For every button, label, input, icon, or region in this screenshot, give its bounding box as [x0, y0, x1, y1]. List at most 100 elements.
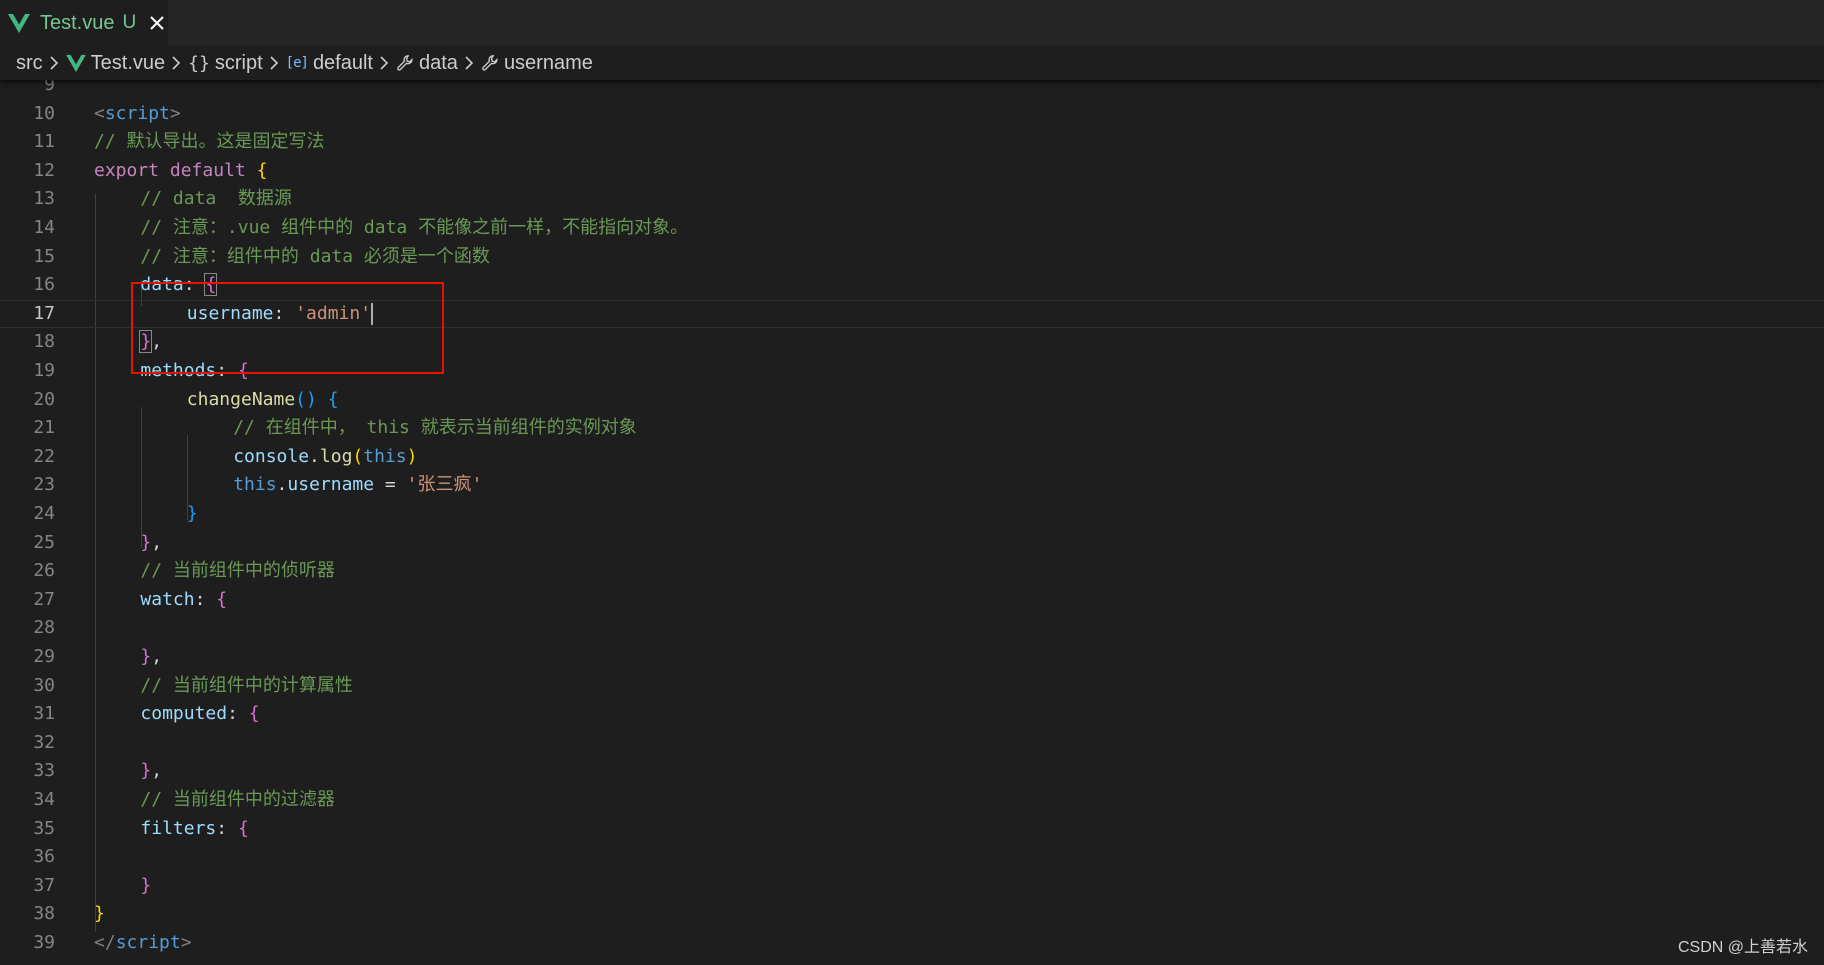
breadcrumb-label: src: [16, 51, 43, 74]
code-token: }: [139, 330, 153, 354]
code-text: // 在组件中， this 就表示当前组件的实例对象: [233, 414, 637, 442]
code-token: {: [327, 388, 339, 410]
breadcrumb-item-file[interactable]: Test.vue: [65, 52, 165, 75]
code-token: // 当前组件中的侦听器: [140, 560, 335, 582]
code-token: script: [104, 102, 170, 124]
line-number: 12: [33, 159, 55, 181]
code-token: // 注意：.vue 组件中的 data 不能像之前一样，不能指向对象。: [140, 217, 689, 238]
code-token: {: [237, 817, 249, 839]
line-number: 38: [33, 903, 55, 925]
code-line[interactable]: 19 methods: {: [0, 357, 1824, 385]
code-text: watch: {: [140, 586, 227, 614]
code-text: data: {: [140, 271, 218, 299]
code-token: watch: [140, 588, 195, 610]
line-number: 17: [33, 302, 55, 324]
code-line[interactable]: 30 // 当前组件中的计算属性: [0, 672, 1824, 700]
code-token: script: [115, 932, 181, 953]
code-line[interactable]: 32: [0, 729, 1824, 757]
line-number: 14: [33, 217, 55, 238]
close-icon[interactable]: [148, 14, 166, 32]
code-line[interactable]: 22 console.log(this): [0, 443, 1824, 471]
wrench-icon: [482, 55, 498, 71]
code-text: filters: {: [140, 815, 248, 843]
line-number: 11: [33, 131, 55, 153]
line-number: 22: [33, 445, 55, 467]
code-line[interactable]: 14 // 注意：.vue 组件中的 data 不能像之前一样，不能指向对象。: [0, 214, 1824, 242]
code-line[interactable]: 11 // 默认导出。这是固定写法: [0, 128, 1824, 156]
line-number: 13: [33, 188, 55, 210]
line-number: 25: [33, 531, 55, 553]
code-line[interactable]: 38}: [0, 900, 1824, 928]
code-line[interactable]: 37}: [0, 872, 1824, 900]
code-line[interactable]: 21 // 在组件中， this 就表示当前组件的实例对象: [0, 414, 1824, 442]
code-token: '张三疯': [406, 474, 483, 496]
module-icon: [e]: [285, 55, 309, 71]
code-line[interactable]: 28: [0, 614, 1824, 642]
braces-icon: {}: [188, 52, 210, 74]
breadcrumb-item-script[interactable]: {} script: [188, 52, 262, 75]
code-text: <script>: [94, 100, 181, 128]
code-token: data: [140, 274, 184, 296]
breadcrumb-item-data[interactable]: data: [396, 52, 458, 75]
code-token: 'admin': [295, 302, 372, 324]
breadcrumb-item-src[interactable]: src: [16, 52, 43, 75]
breadcrumb-label: username: [503, 51, 593, 74]
code-line[interactable]: 20 changeName() {: [0, 386, 1824, 414]
code-line[interactable]: 29},: [0, 643, 1824, 671]
code-token: export: [94, 159, 160, 181]
code-token: }: [140, 646, 152, 667]
code-editor[interactable]: 9 10 <script> 11// 默认导出。这是固定写法 12 export defa…: [0, 74, 1824, 965]
tab-title: Test.vue: [40, 11, 115, 34]
code-text: console.log(this): [233, 443, 417, 471]
git-status-badge: U: [122, 12, 137, 33]
code-line[interactable]: 39 </script>: [0, 929, 1824, 957]
breadcrumb-item-default[interactable]: [e] default: [286, 52, 373, 75]
code-line[interactable]: 36: [0, 843, 1824, 871]
code-text: computed: {: [140, 700, 259, 728]
code-line[interactable]: 26 // 当前组件中的侦听器: [0, 557, 1824, 585]
code-token: filters: [140, 817, 217, 839]
line-number: 16: [33, 274, 55, 296]
code-line[interactable]: 10 <script>: [0, 100, 1824, 128]
code-line[interactable]: 13 // data 数据源: [0, 185, 1824, 213]
vue-icon: [8, 14, 30, 33]
code-token: // 在组件中， this 就表示当前组件的实例对象: [233, 417, 637, 439]
line-number: 35: [33, 817, 55, 839]
line-number: 10: [33, 102, 55, 124]
code-token: // 当前组件中的计算属性: [140, 674, 353, 696]
chevron-right-icon: [270, 56, 278, 70]
code-token: username: [287, 474, 375, 496]
code-token: (): [295, 388, 317, 410]
chevron-right-icon: [50, 56, 58, 70]
code-line[interactable]: 27 watch: {: [0, 586, 1824, 614]
breadcrumb-item-username[interactable]: username: [481, 52, 593, 75]
code-text: changeName() {: [187, 386, 339, 414]
code-token: :: [183, 274, 206, 296]
code-text: // 注意：组件中的 data 必须是一个函数: [140, 243, 490, 271]
chevron-right-icon: [172, 56, 181, 70]
code-text: }: [187, 500, 198, 528]
code-line[interactable]: 33},: [0, 757, 1824, 785]
code-line[interactable]: 16 data: {: [0, 271, 1824, 299]
code-token: ,: [151, 331, 163, 353]
code-line[interactable]: 12 export default {: [0, 157, 1824, 185]
tab-test-vue[interactable]: Test.vue U: [0, 0, 168, 46]
code-token: .: [309, 445, 320, 467]
code-line[interactable]: 23 this.username = '张三疯': [0, 471, 1824, 499]
line-number: 26: [33, 560, 55, 582]
code-line[interactable]: 24}: [0, 500, 1824, 528]
code-text: methods: {: [140, 357, 248, 385]
code-line[interactable]: 35 filters: {: [0, 815, 1824, 843]
code-line[interactable]: 25},: [0, 529, 1824, 557]
line-number: 15: [33, 245, 55, 267]
code-line[interactable]: 15 // 注意：组件中的 data 必须是一个函数: [0, 243, 1824, 271]
code-token: methods: [140, 360, 217, 381]
code-line[interactable]: 17 username: 'admin': [0, 299, 1824, 328]
code-text: }: [140, 872, 151, 900]
code-line[interactable]: 31 computed: {: [0, 700, 1824, 728]
line-number: 21: [33, 417, 55, 439]
code-line[interactable]: 34 // 当前组件中的过滤器: [0, 786, 1824, 814]
code-line[interactable]: 18},: [0, 328, 1824, 356]
line-number: 30: [33, 674, 55, 696]
code-token: console: [233, 445, 310, 467]
